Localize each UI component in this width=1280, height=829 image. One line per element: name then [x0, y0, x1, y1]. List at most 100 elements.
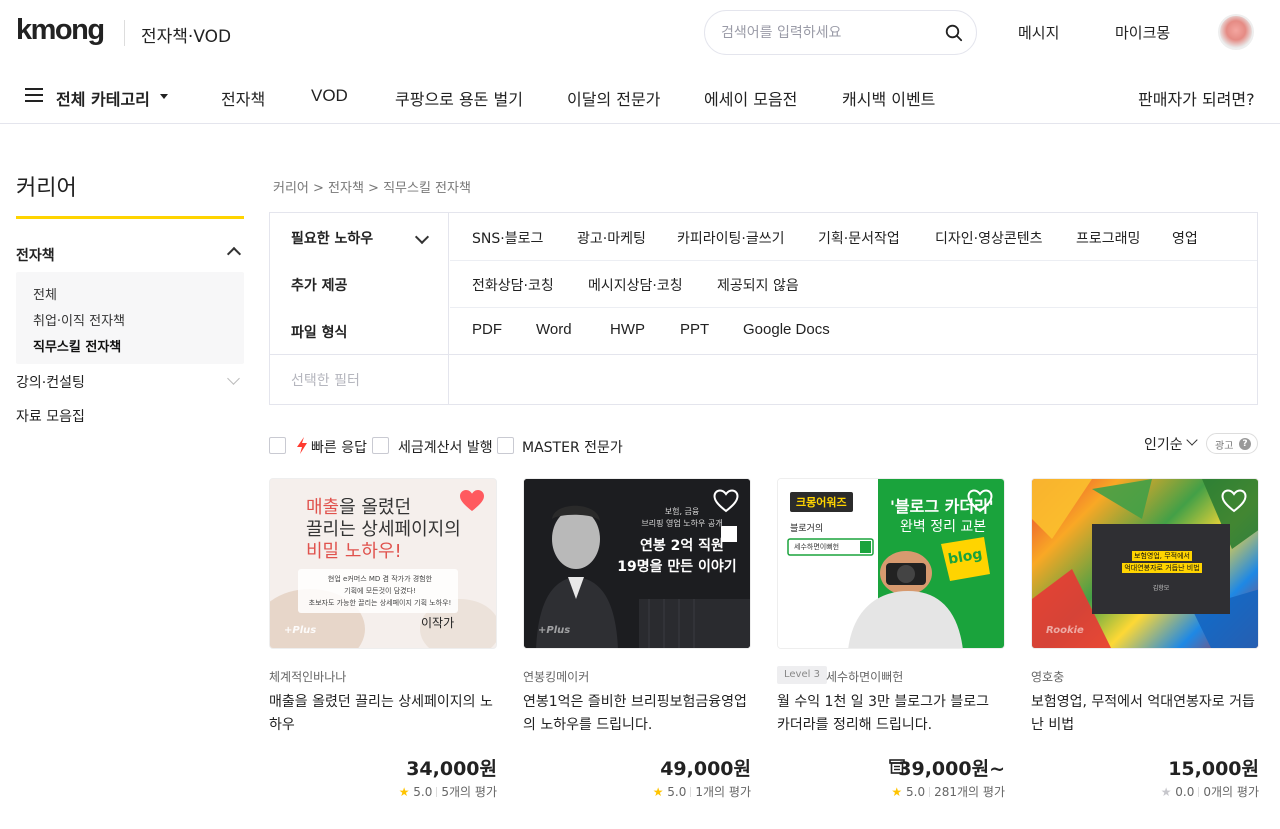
caret-down-icon[interactable] [160, 94, 168, 99]
product-title[interactable]: 연봉1억은 즐비한 브리핑보험금융영업의 노하우를 드립니다. [523, 691, 751, 737]
product-rating: ★ 0.0 0개의 평가 [1161, 783, 1259, 800]
filter-option-ad-marketing[interactable]: 광고·마케팅 [577, 228, 646, 248]
chevron-down-icon[interactable] [414, 229, 430, 245]
thumbnail-headline-2: 끌리는 상세페이지의 [306, 519, 461, 540]
product-title[interactable]: 매출을 올렸던 끌리는 상세페이지의 노하우 [269, 691, 497, 737]
search-icon[interactable] [945, 24, 963, 42]
thumbnail-headline-3: 비밀 노하우! [306, 541, 402, 562]
nav-item-expert-of-month[interactable]: 이달의 전문가 [567, 86, 660, 110]
nav-item-coupang[interactable]: 쿠팡으로 용돈 벌기 [395, 86, 523, 110]
nav-item-cashback[interactable]: 캐시백 이벤트 [842, 86, 935, 110]
seller-name[interactable]: 체계적인바나나 [269, 668, 346, 685]
filter-option-ppt[interactable]: PPT [680, 321, 709, 338]
thumbnail-author: 김항모 [1152, 585, 1170, 592]
sidebar-item-all[interactable]: 전체 [33, 284, 57, 303]
product-thumbnail[interactable]: 보험, 금융 브리핑 영업 노하우 공개 연봉 2억 직원 19명을 만든 이야… [523, 478, 751, 649]
filter-option-message-coaching[interactable]: 메시지상담·코칭 [588, 275, 683, 295]
product-thumbnail[interactable]: 크몽어워즈 '블로그 카더라' 완벽 정리 교본 블로거의 세수하면이뻐헌 bl… [777, 478, 1005, 649]
ad-badge[interactable]: 광고 ? [1206, 433, 1258, 454]
rookie-tag: Rookie [1046, 625, 1084, 636]
product-card[interactable]: 보험영업, 무적에서 억대연봉자로 거듭난 비법 김항모 Rookie 영호충 … [1031, 478, 1259, 808]
product-title[interactable]: 월 수익 1천 일 3만 블로그가 블로그 카더라를 정리해 드립니다. [777, 691, 1005, 737]
filter-option-google-docs[interactable]: Google Docs [743, 321, 830, 338]
chevron-down-icon[interactable] [1186, 434, 1198, 446]
logo-divider [124, 20, 125, 46]
search-input[interactable] [721, 21, 931, 45]
filter-option-pdf[interactable]: PDF [472, 321, 502, 338]
product-rating: ★ 5.0 5개의 평가 [399, 783, 497, 800]
selected-filter-label: 선택한 필터 [291, 373, 360, 389]
rating-score: 0.0 [1175, 785, 1195, 799]
tax-invoice-label[interactable]: 세금계산서 발행 [398, 437, 493, 457]
become-seller-link[interactable]: 판매자가 되려면? [1138, 86, 1255, 110]
heart-outline-icon[interactable] [713, 489, 739, 513]
filter-option-programming[interactable]: 프로그래밍 [1076, 228, 1140, 248]
avatar[interactable] [1218, 14, 1254, 50]
master-expert-label[interactable]: MASTER 전문가 [522, 437, 623, 457]
filter-option-planning-docs[interactable]: 기획·문서작업 [818, 228, 900, 248]
all-categories-button[interactable]: 전체 카테고리 [56, 86, 150, 110]
product-card[interactable]: 보험, 금융 브리핑 영업 노하우 공개 연봉 2억 직원 19명을 만든 이야… [523, 478, 751, 808]
tax-invoice-checkbox[interactable] [372, 437, 389, 454]
chevron-down-icon[interactable] [227, 372, 240, 385]
filter-option-phone-coaching[interactable]: 전화상담·코칭 [472, 275, 554, 295]
heart-outline-icon[interactable] [1221, 489, 1247, 513]
review-count: 0개의 평가 [1203, 785, 1259, 799]
heart-filled-icon[interactable] [459, 489, 485, 513]
thumbnail-search-text: 세수하면이뻐헌 [794, 543, 840, 551]
seller-name[interactable]: 영호충 [1031, 668, 1064, 685]
product-card[interactable]: 크몽어워즈 '블로그 카더라' 완벽 정리 교본 블로거의 세수하면이뻐헌 bl… [777, 478, 1005, 808]
divider [450, 260, 1257, 261]
fast-response-checkbox[interactable] [269, 437, 286, 454]
hamburger-icon[interactable] [25, 88, 43, 102]
product-rating: ★ 5.0 1개의 평가 [653, 783, 751, 800]
sidebar-title: 커리어 [16, 176, 77, 201]
nav-item-ebook[interactable]: 전자책 [221, 86, 265, 110]
thumbnail-headline: 매출을 올렸던 [306, 497, 412, 518]
filter-label-knowhow[interactable]: 필요한 노하우 [291, 228, 373, 248]
nav-item-vod[interactable]: VOD [311, 86, 348, 106]
filter-option-sales[interactable]: 영업 [1172, 228, 1198, 248]
filter-option-sns-blog[interactable]: SNS·블로그 [472, 228, 543, 248]
rating-score: 5.0 [667, 785, 687, 799]
breadcrumb[interactable]: 커리어 > 전자책 > 직무스킬 전자책 [273, 177, 471, 196]
sidebar-item-job-skill[interactable]: 직무스킬 전자책 [33, 336, 121, 355]
product-card[interactable]: 매출을 올렸던 끌리는 상세페이지의 비밀 노하우! 현업 e커머스 MD 겸 … [269, 478, 497, 808]
heart-outline-icon[interactable] [967, 489, 993, 513]
thumbnail-big-1: 연봉 2억 직원 [640, 538, 724, 554]
filter-option-not-provided[interactable]: 제공되지 않음 [717, 275, 799, 295]
fast-response-label[interactable]: 빠른 응답 [311, 437, 367, 457]
thumbnail-headline: 보험영업, 무적에서 [1132, 551, 1192, 561]
thumbnail-big-2: 19명을 만든 이야기 [617, 559, 737, 575]
seller-name[interactable]: 세수하면이뻐헌 [826, 668, 903, 685]
filter-option-hwp[interactable]: HWP [610, 321, 645, 338]
product-thumbnail[interactable]: 보험영업, 무적에서 억대연봉자로 거듭난 비법 김항모 Rookie [1031, 478, 1259, 649]
sidebar-group-ebook[interactable]: 전자책 [16, 245, 55, 265]
sidebar-group-materials[interactable]: 자료 모음집 [16, 406, 85, 426]
thumbnail-small: 블로거의 [790, 524, 824, 534]
top-header: kmong 전자책·VOD 메시지 마이크몽 [0, 0, 1280, 64]
messages-link[interactable]: 메시지 [1018, 22, 1059, 43]
filter-option-copywriting[interactable]: 카피라이팅·글쓰기 [677, 228, 785, 248]
chevron-up-icon[interactable] [226, 246, 242, 262]
filter-label-file-format: 파일 형식 [291, 325, 348, 341]
thumbnail-headline-2: 억대연봉자로 거듭난 비법 [1122, 563, 1202, 573]
nav-item-essay[interactable]: 에세이 모음전 [704, 86, 797, 110]
product-rating: ★ 5.0 281개의 평가 [891, 783, 1005, 800]
filter-option-design-video[interactable]: 디자인·영상콘텐츠 [935, 228, 1043, 248]
thumbnail-author: 이작가 [421, 616, 455, 630]
site-section-title[interactable]: 전자책·VOD [141, 22, 231, 47]
mykmong-link[interactable]: 마이크몽 [1115, 22, 1170, 43]
product-title[interactable]: 보험영업, 무적에서 억대연봉자로 거듭난 비법 [1031, 691, 1259, 737]
sidebar-group-lecture[interactable]: 강의·컨설팅 [16, 372, 85, 392]
seller-name[interactable]: 연봉킹메이커 [523, 668, 589, 685]
product-thumbnail[interactable]: 매출을 올렸던 끌리는 상세페이지의 비밀 노하우! 현업 e커머스 MD 겸 … [269, 478, 497, 649]
divider [270, 354, 1257, 355]
master-expert-checkbox[interactable] [497, 437, 514, 454]
sidebar-item-job-change[interactable]: 취업·이직 전자책 [33, 310, 125, 329]
sort-dropdown[interactable]: 인기순 [1144, 434, 1183, 454]
kmong-logo[interactable]: kmong [16, 14, 105, 47]
thumbnail-subtext: 현업 e커머스 MD 겸 작가가 경험한 기획에 모든것이 담겼다! 초보자도 … [308, 575, 452, 607]
star-icon: ★ [891, 785, 903, 799]
filter-option-word[interactable]: Word [536, 321, 572, 338]
